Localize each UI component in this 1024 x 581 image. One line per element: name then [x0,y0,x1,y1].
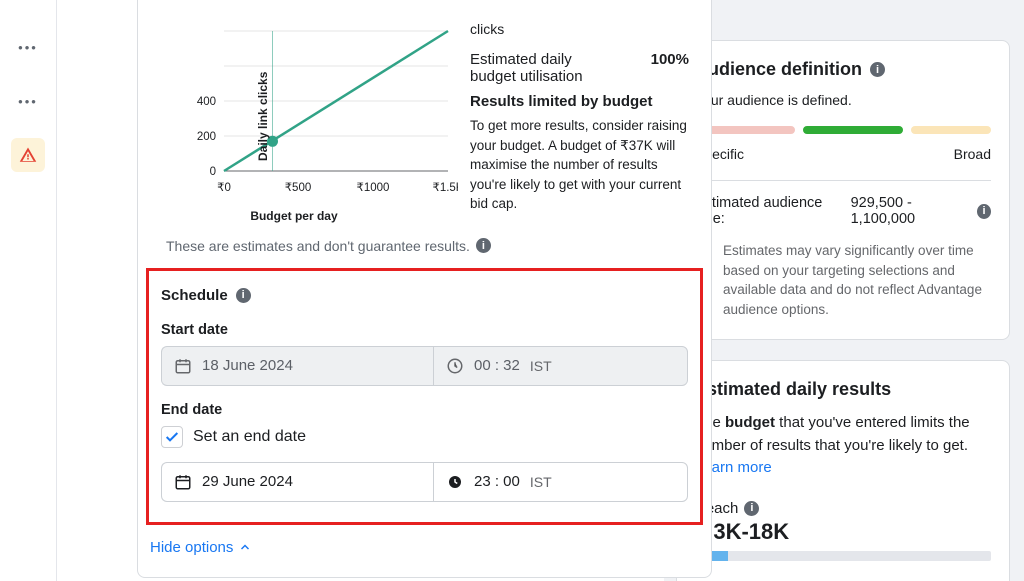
chevron-up-icon [239,541,251,553]
ytick-400: 400 [197,96,216,108]
rail-more-icon-2[interactable] [11,84,45,118]
results-limited-body: To get more results, consider raising yo… [470,116,689,214]
audience-note: Estimates may vary significantly over ti… [723,241,991,319]
clicks-label: clicks [470,21,504,37]
info-icon[interactable]: i [236,288,251,303]
clock-icon [446,473,464,491]
spectrum-label-broad: Broad [954,146,991,162]
info-icon[interactable]: i [744,501,759,516]
warning-triangle-icon [19,146,37,164]
end-time-field[interactable]: 23 : 00 IST [433,462,688,502]
calendar-icon [174,357,192,375]
start-time-field[interactable]: 00 : 32 IST [433,346,688,386]
spectrum-defined-segment [803,126,903,134]
main-column: Edit Review Daily link clicks [57,0,664,581]
budget-chart: Daily link clicks 200 400 0 ₹0 [138,21,456,228]
estimates-footnote: These are estimates and don't guarantee … [166,238,470,254]
end-time-value: 23 : 00 [474,473,520,490]
chart-svg: 200 400 0 ₹0 ₹500 ₹1000 ₹1.5K [158,21,458,207]
estimated-daily-results-card: Estimated daily results The budget that … [676,360,1010,581]
xtick-1500: ₹1.5K [433,182,458,194]
end-date-field[interactable]: 29 June 2024 [161,462,433,502]
start-date-label: Start date [161,322,688,338]
rail-more-icon-1[interactable] [11,30,45,64]
xtick-500: ₹500 [285,182,312,194]
rail-warning-item[interactable] [11,138,45,172]
check-icon [164,429,180,445]
start-date-field[interactable]: 18 June 2024 [161,346,433,386]
audience-size-value: 929,500 - 1,100,000 [851,195,971,227]
budget-util-value: 100% [651,51,689,85]
reach-bar [695,551,991,561]
ytick-200: 200 [197,131,216,143]
end-time-tz: IST [530,474,552,490]
chart-x-label: Budget per day [158,209,450,223]
set-end-date-row[interactable]: Set an end date [161,426,688,448]
start-date-value: 18 June 2024 [202,357,293,374]
edr-title: Estimated daily results [695,379,991,400]
start-time-value: 00 : 32 [474,357,520,374]
budget-util-label: Estimated daily budget utilisation [470,51,600,85]
estimates-box: clicks Estimated daily budget utilisatio… [456,21,711,228]
schedule-section: Schedule i Start date 18 June 2024 00 : … [146,268,703,525]
end-date-value: 29 June 2024 [202,473,293,490]
spectrum-broad-segment [911,126,991,134]
right-column: Audience definition i Your audience is d… [664,0,1024,581]
info-icon[interactable]: i [870,62,885,77]
hide-options-label: Hide options [150,539,233,556]
start-datetime-row: 18 June 2024 00 : 32 IST [161,346,688,386]
results-limited-title: Results limited by budget [470,93,689,110]
audience-spectrum [695,126,991,134]
ytick-0: 0 [210,166,216,178]
info-icon[interactable]: i [476,238,491,253]
xtick-1000: ₹1000 [357,182,390,194]
chart-y-label: Daily link clicks [256,72,270,161]
end-datetime-row: 29 June 2024 23 : 00 IST [161,462,688,502]
main-card: Daily link clicks 200 400 0 ₹0 [137,0,712,578]
reach-value: 6.3K-18K [695,519,991,545]
audience-size-label: Estimated audience size: [695,195,845,227]
info-icon[interactable]: i [977,204,991,219]
checkbox-set-end-date[interactable] [161,426,183,448]
xtick-0: ₹0 [217,182,231,194]
start-time-tz: IST [530,358,552,374]
edr-body: The budget that you've entered limits th… [695,412,991,480]
hide-options-button[interactable]: Hide options [138,525,251,556]
calendar-icon [174,473,192,491]
audience-title: Audience definition [695,59,862,80]
edr-body-bold: budget [725,414,775,431]
estimates-footnote-row: These are estimates and don't guarantee … [138,228,711,268]
clock-icon [446,357,464,375]
audience-definition-card: Audience definition i Your audience is d… [676,40,1010,340]
set-end-date-label: Set an end date [193,428,306,446]
left-rail [0,0,57,581]
end-date-label: End date [161,402,688,418]
audience-status: Your audience is defined. [695,92,991,108]
schedule-title: Schedule [161,287,228,304]
